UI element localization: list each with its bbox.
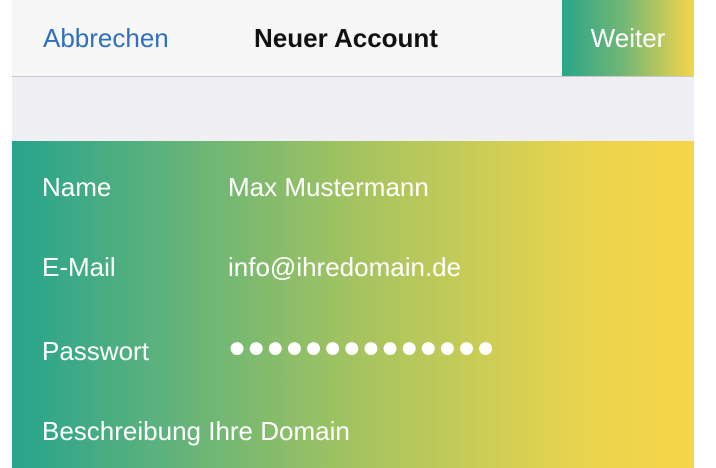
- cancel-button[interactable]: Abbrechen: [43, 20, 169, 56]
- description-field[interactable]: Beschreibung Ihre Domain: [42, 413, 350, 449]
- password-row[interactable]: Passwort ●●●●●●●●●●●●●●: [12, 305, 694, 387]
- navigation-bar: Abbrechen Neuer Account Weiter: [12, 0, 694, 77]
- section-spacer: [12, 77, 694, 141]
- name-row[interactable]: Name Max Mustermann: [12, 141, 694, 223]
- next-button[interactable]: Weiter: [562, 0, 694, 76]
- description-row[interactable]: Beschreibung Ihre Domain: [12, 387, 694, 468]
- name-label: Name: [42, 172, 112, 202]
- name-field[interactable]: Max Mustermann: [228, 169, 429, 205]
- page-title: Neuer Account: [254, 23, 438, 53]
- password-label: Passwort: [42, 336, 149, 366]
- password-field[interactable]: ●●●●●●●●●●●●●●: [228, 330, 496, 366]
- email-row[interactable]: E-Mail info@ihredomain.de: [12, 223, 694, 305]
- email-label: E-Mail: [42, 252, 116, 282]
- account-form: Name Max Mustermann E-Mail info@ihredoma…: [12, 141, 694, 468]
- email-field[interactable]: info@ihredomain.de: [228, 249, 461, 285]
